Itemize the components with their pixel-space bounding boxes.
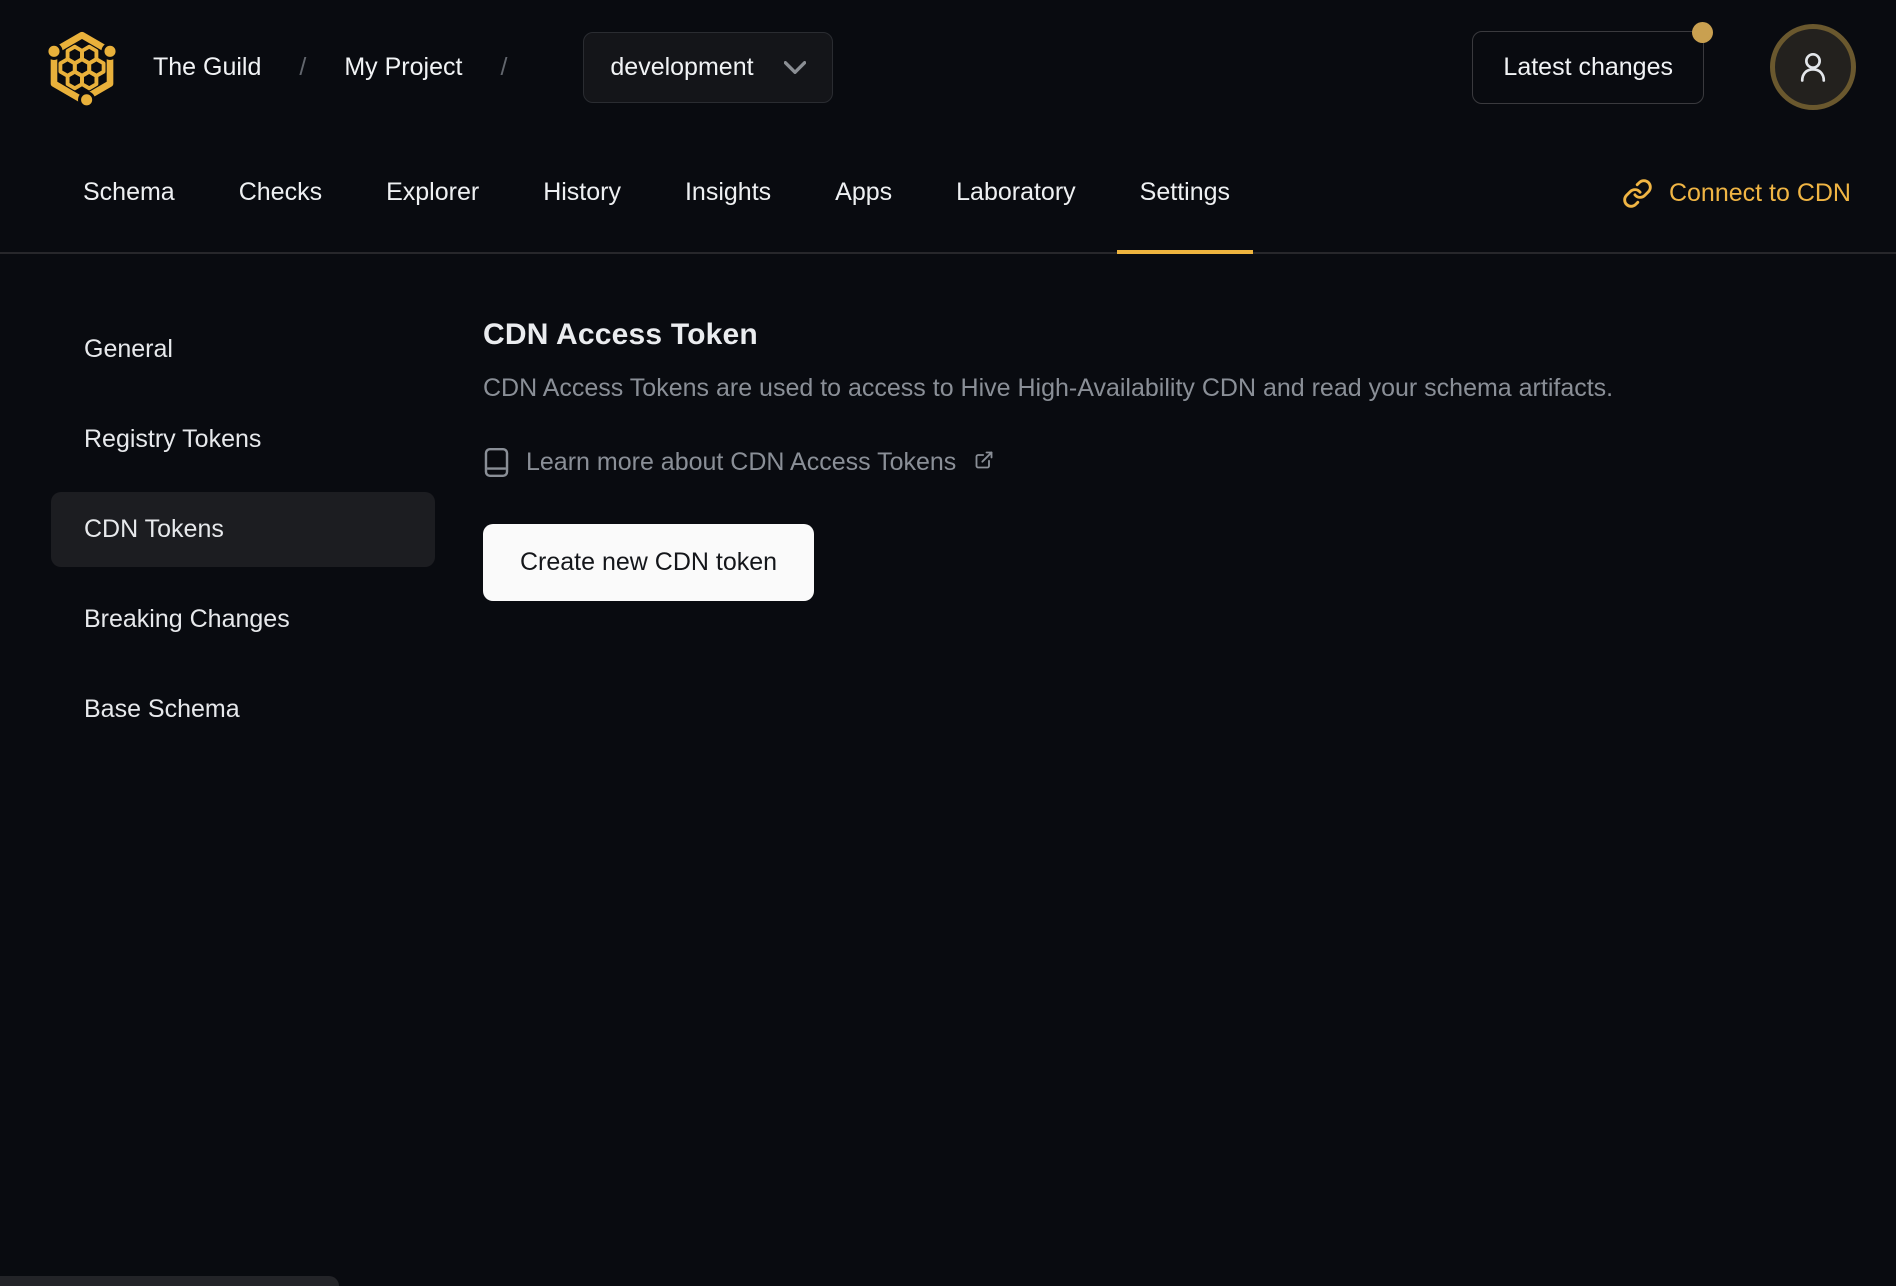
user-icon xyxy=(1800,52,1826,82)
tab-insights[interactable]: Insights xyxy=(662,134,794,254)
main-nav: Schema Checks Explorer History Insights Apps L… xyxy=(0,134,1896,254)
connect-to-cdn-label: Connect to CDN xyxy=(1668,178,1851,207)
hive-hexagon-icon xyxy=(45,31,119,106)
header-right-group: Latest changes xyxy=(1472,21,1856,110)
sidebar-item-general[interactable]: General xyxy=(51,312,435,387)
breadcrumb-separator: / xyxy=(500,52,508,81)
tab-history[interactable]: History xyxy=(520,134,644,254)
latest-changes-label: Latest changes xyxy=(1503,52,1673,81)
sidebar-item-registry-tokens[interactable]: Registry Tokens xyxy=(51,402,435,477)
book-icon xyxy=(484,447,509,478)
notification-dot xyxy=(1692,21,1713,43)
learn-more-label: Learn more about CDN Access Tokens xyxy=(526,448,957,476)
target-selector-dropdown[interactable]: development xyxy=(583,31,833,103)
sidebar-item-base-schema[interactable]: Base Schema xyxy=(51,672,435,747)
latest-changes-button[interactable]: Latest changes xyxy=(1472,21,1713,104)
sidebar-item-breaking-changes[interactable]: Breaking Changes xyxy=(51,582,435,657)
page-title: CDN Access Token xyxy=(483,318,758,351)
tab-laboratory[interactable]: Laboratory xyxy=(933,134,1099,254)
tab-schema[interactable]: Schema xyxy=(60,134,198,254)
tab-settings[interactable]: Settings xyxy=(1116,134,1254,254)
sidebar-item-cdn-tokens[interactable]: CDN Tokens xyxy=(51,492,435,567)
breadcrumb-org[interactable]: The Guild xyxy=(153,53,261,82)
page-description: CDN Access Tokens are used to access to … xyxy=(483,374,1614,402)
nav-tabs: Schema Checks Explorer History Insights Apps L… xyxy=(60,134,1271,254)
main-content: CDN Access Token CDN Access Tokens are u… xyxy=(438,312,1896,762)
bottom-toast-partial[interactable] xyxy=(0,1276,339,1286)
chevron-down-icon xyxy=(783,60,806,74)
breadcrumb-separator: / xyxy=(299,52,307,81)
content-layout: General Registry Tokens CDN Tokens Breaking… xyxy=(0,254,1896,762)
tab-explorer[interactable]: Explorer xyxy=(363,134,502,254)
breadcrumb-project[interactable]: My Project xyxy=(344,53,462,82)
link-icon xyxy=(1623,178,1652,208)
tab-checks[interactable]: Checks xyxy=(216,134,345,254)
learn-more-link[interactable]: Learn more about CDN Access Tokens xyxy=(483,447,1851,478)
external-link-icon xyxy=(975,451,993,468)
hive-logo[interactable] xyxy=(45,29,119,106)
create-cdn-token-button[interactable]: Create new CDN token xyxy=(483,524,815,601)
connect-to-cdn-link[interactable]: Connect to CDN xyxy=(1622,134,1851,252)
user-menu-avatar[interactable] xyxy=(1770,24,1856,110)
top-header: The Guild / My Project / development Lat… xyxy=(0,0,1896,134)
settings-sidebar: General Registry Tokens CDN Tokens Breaking… xyxy=(0,312,438,762)
tab-apps[interactable]: Apps xyxy=(812,134,915,254)
target-selector-value: development xyxy=(610,52,754,81)
